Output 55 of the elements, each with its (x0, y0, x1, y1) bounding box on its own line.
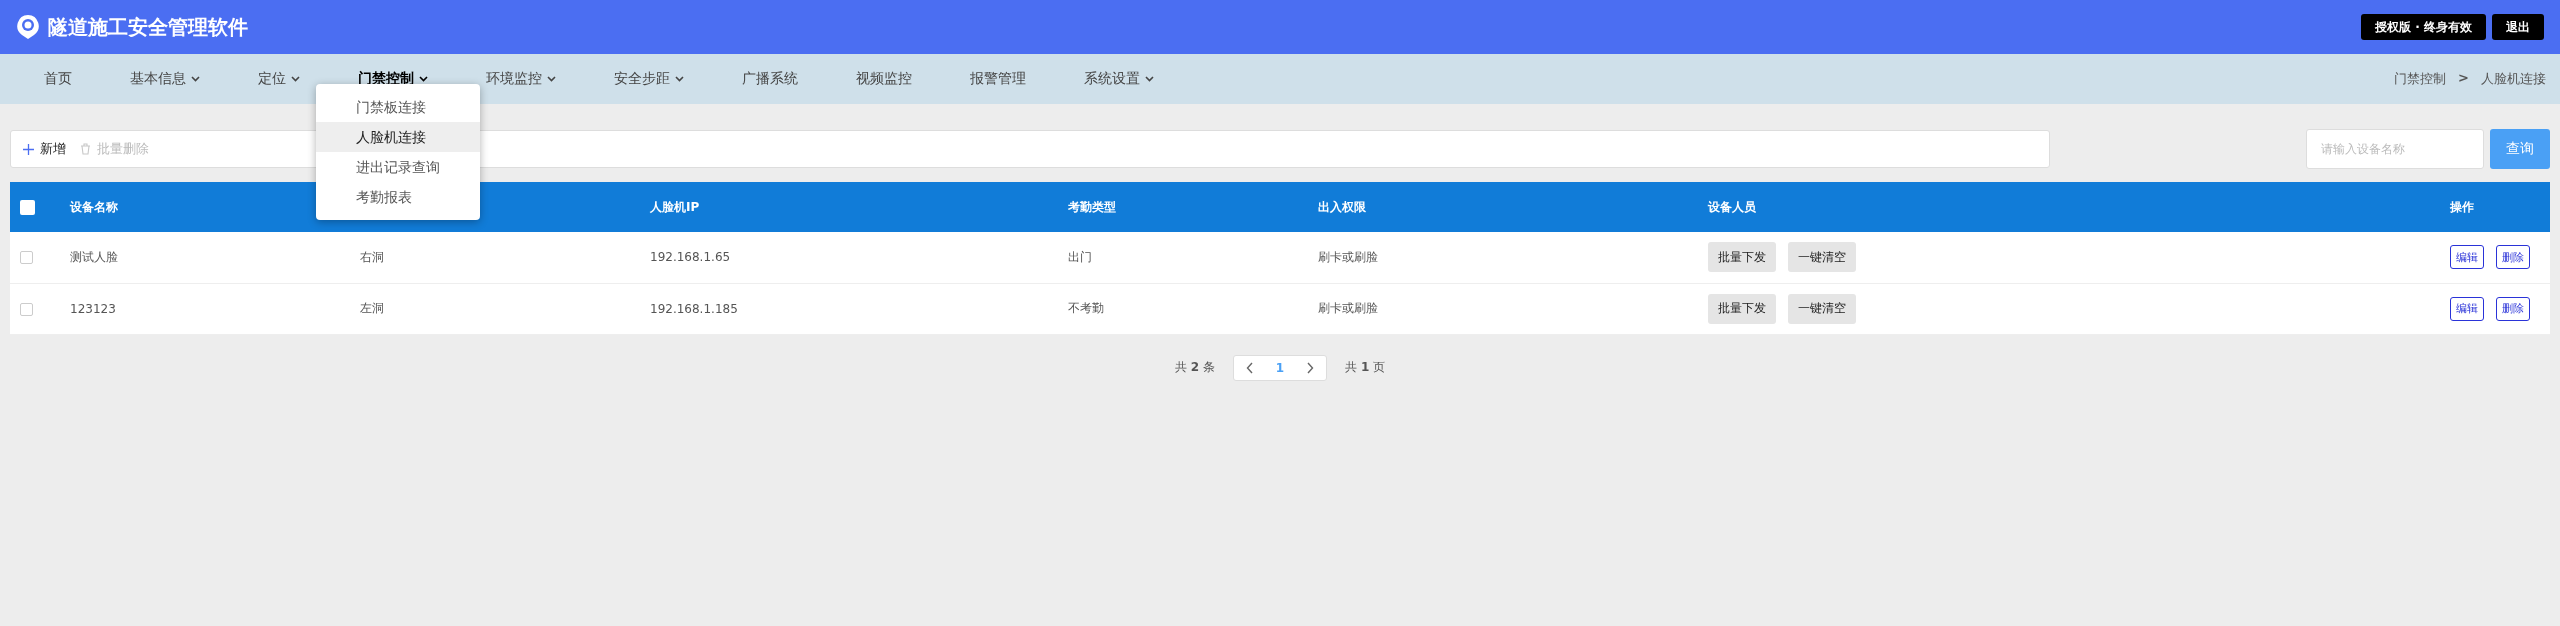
table-cell: 右洞 (360, 249, 384, 264)
clear-all-button[interactable]: 一键清空 (1788, 242, 1856, 273)
checkbox[interactable] (20, 302, 33, 316)
total-count: 共 2 条 (1174, 359, 1215, 376)
column-header: 人脸机IP (650, 199, 700, 214)
table-cell: 192.168.1.65 (650, 250, 731, 265)
column-header: 设备人员 (1708, 199, 1756, 214)
clear-all-button[interactable]: 一键清空 (1788, 293, 1856, 324)
column-header: 出入权限 (1318, 199, 1366, 214)
dropdown-item[interactable]: 考勤报表 (316, 182, 480, 212)
nav-menu-item[interactable]: 定位 (258, 70, 300, 88)
checkbox[interactable] (20, 251, 33, 265)
column-header: 操作 (2450, 199, 2474, 214)
nav-menu-item[interactable]: 视频监控 (856, 70, 912, 88)
table-cell: 不考勤 (1068, 301, 1104, 315)
table-cell: 刷卡或刷脸 (1318, 301, 1378, 315)
table-cell: 刷卡或刷脸 (1318, 249, 1378, 264)
checkbox[interactable] (20, 199, 35, 215)
column-header: 设备名称 (70, 199, 118, 214)
delete-button[interactable]: 删除 (2496, 245, 2530, 270)
plus-icon (23, 143, 34, 155)
trash-icon (80, 143, 91, 155)
dropdown-item[interactable]: 门禁板连接 (316, 92, 480, 122)
edit-button[interactable]: 编辑 (2450, 296, 2484, 321)
chevron-right-icon[interactable] (1306, 361, 1315, 374)
page-count: 共 1 页 (1345, 359, 1386, 376)
dropdown-item[interactable]: 人脸机连接 (316, 122, 480, 152)
nav-menu-item[interactable]: 系统设置 (1084, 70, 1154, 88)
table-cell: 测试人脸 (70, 249, 118, 264)
nav-menu-item[interactable]: 报警管理 (970, 70, 1026, 88)
breadcrumb-item[interactable]: 门禁控制 (2394, 70, 2447, 88)
nav-menu-item[interactable]: 广播系统 (742, 70, 798, 88)
table-cell: 出门 (1068, 249, 1092, 264)
batch-send-button[interactable]: 批量下发 (1708, 293, 1776, 324)
table-cell: 左洞 (360, 301, 384, 315)
edit-button[interactable]: 编辑 (2450, 245, 2484, 270)
batch-send-button[interactable]: 批量下发 (1708, 242, 1776, 273)
dropdown-item[interactable]: 进出记录查询 (316, 152, 480, 182)
nav-menu-item[interactable]: 安全步距 (614, 70, 684, 88)
chevron-left-icon[interactable] (1245, 361, 1254, 374)
logo-icon (16, 14, 40, 40)
search-field[interactable]: 请输入设备名称 (2306, 129, 2484, 169)
license-button[interactable]: 授权版 · 终身有效 (2361, 14, 2486, 40)
delete-button[interactable]: 删除 (2496, 296, 2530, 321)
nav-menu-item[interactable]: 环境监控 (486, 70, 556, 88)
app-title: 隧道施工安全管理软件 (48, 13, 248, 41)
logout-button[interactable]: 退出 (2492, 14, 2544, 40)
table-cell: 192.168.1.185 (650, 301, 738, 316)
add-button[interactable]: 新增 (23, 140, 66, 158)
nav-menu-item[interactable]: 首页 (44, 70, 72, 88)
nav-menu-item[interactable]: 基本信息 (130, 70, 200, 88)
breadcrumb-item: 人脸机连接 (2481, 70, 2546, 88)
breadcrumb-separator: > (2458, 70, 2469, 87)
table-cell: 123123 (70, 301, 116, 316)
column-header: 考勤类型 (1068, 199, 1116, 214)
